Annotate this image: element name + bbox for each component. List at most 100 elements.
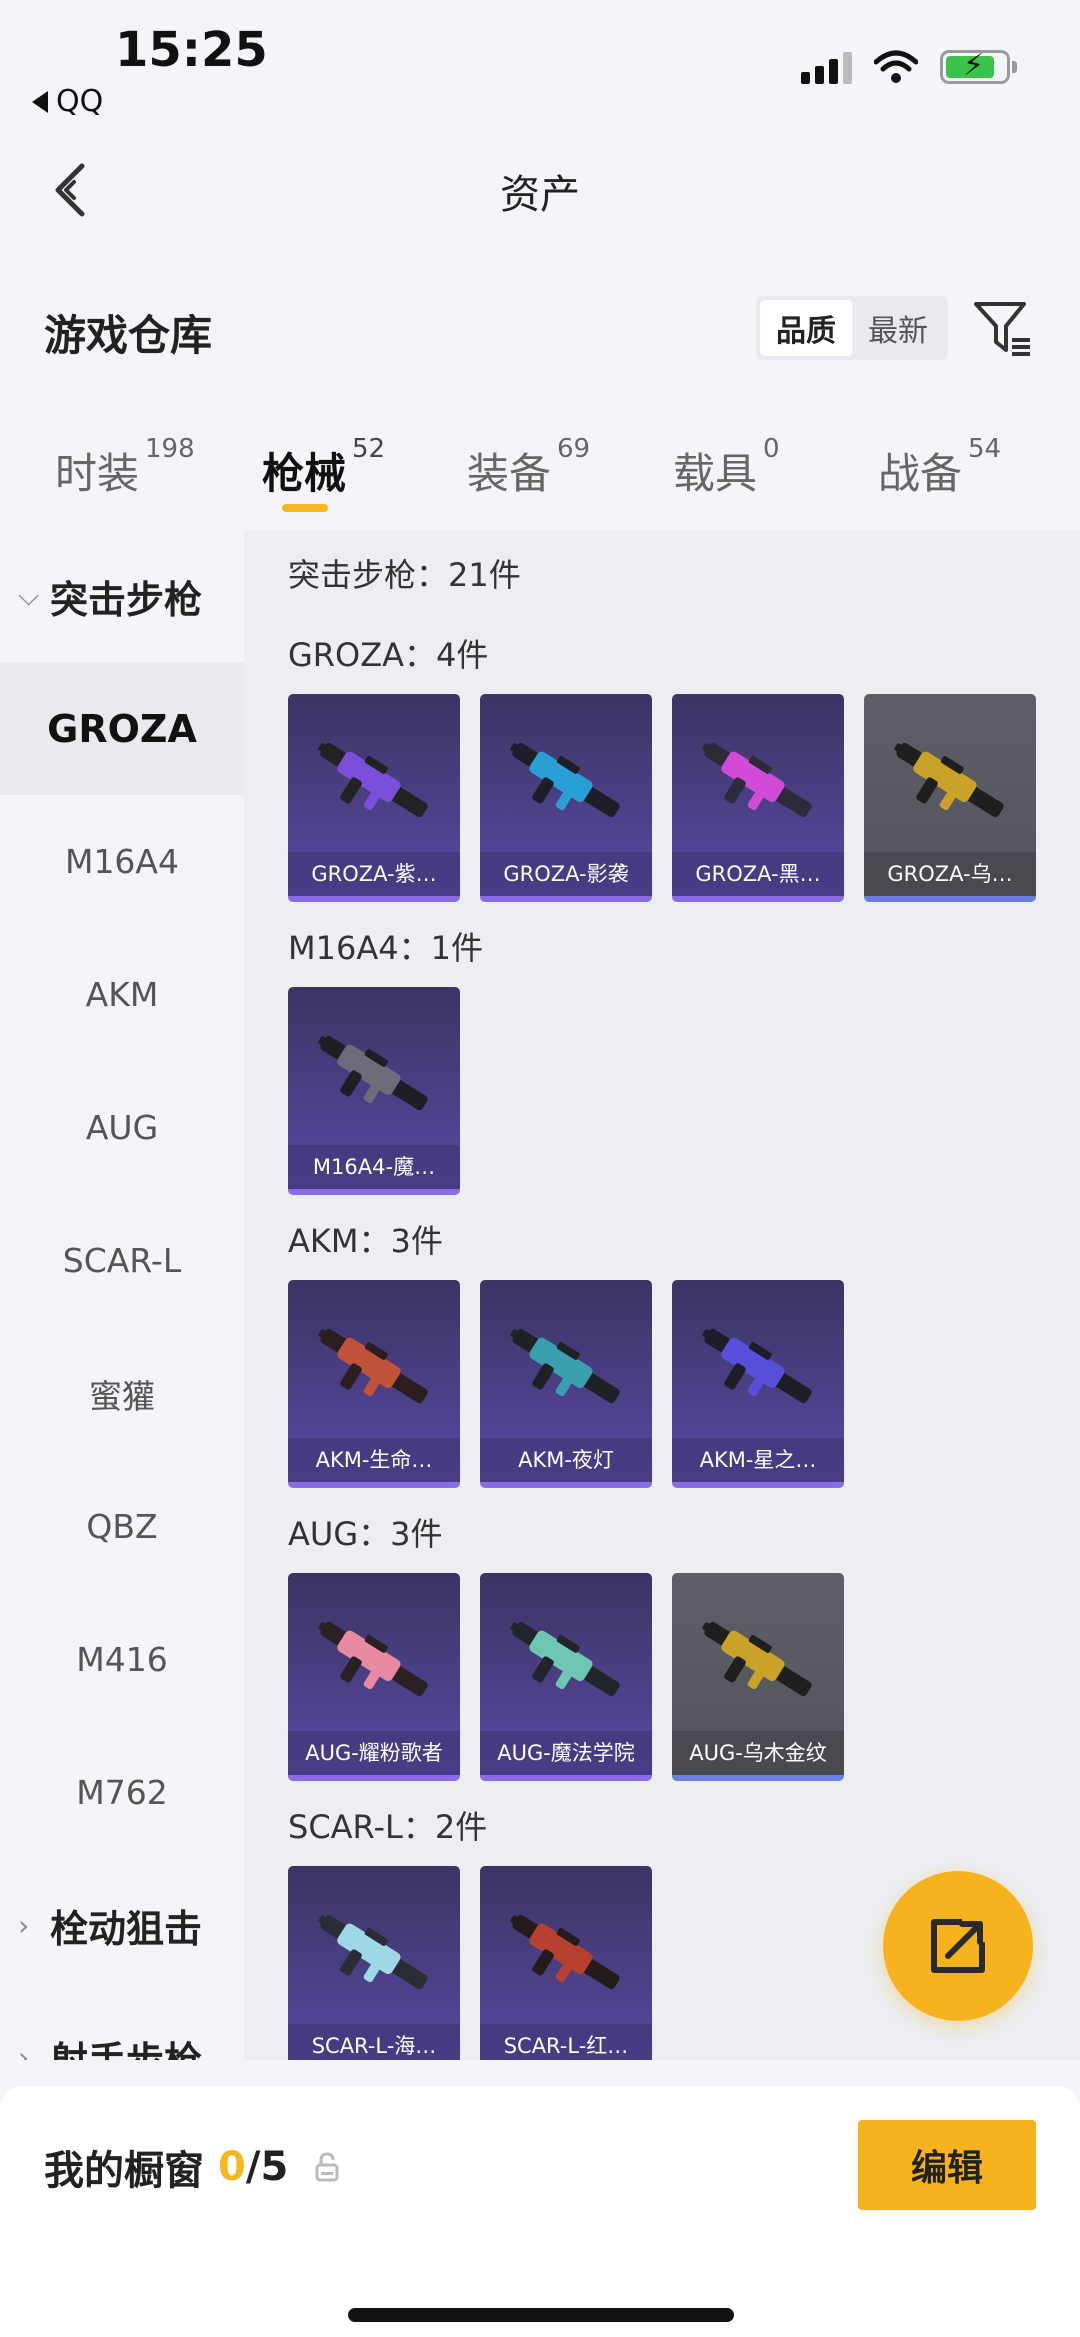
weapon-card[interactable]: GROZA-乌… — [864, 694, 1036, 902]
weapon-card-label: AUG-耀粉歌者 — [288, 1731, 460, 1775]
status-icons: ⚡ — [801, 49, 1017, 84]
sort-toggle: 品质 最新 — [756, 296, 948, 360]
tab-firearms[interactable]: 枪械 52 — [262, 434, 385, 501]
signal-icon — [801, 50, 852, 84]
category-header: AUG：3件 — [288, 1515, 443, 1553]
weapon-card[interactable]: AUG-魔法学院 — [480, 1573, 652, 1781]
weapon-card[interactable]: AKM-星之… — [672, 1280, 844, 1488]
tab-label: 时装 — [55, 449, 140, 498]
weapon-image — [702, 1328, 812, 1404]
home-indicator — [348, 2308, 734, 2322]
filter-icon — [974, 302, 1030, 356]
page-title: 资产 — [500, 172, 580, 218]
weapon-card[interactable]: AKM-生命… — [288, 1280, 460, 1488]
weapon-card-label: GROZA-紫… — [288, 852, 460, 896]
category-header: GROZA：4件 — [288, 636, 489, 674]
sidebar-item-qbz[interactable]: QBZ — [0, 1460, 244, 1593]
showcase-status: 我的橱窗 0 /5 — [44, 2138, 340, 2196]
weapon-card-label: GROZA-影袭 — [480, 852, 652, 896]
tab-count: 198 — [145, 434, 195, 464]
status-bar: 15:25 QQ ⚡ — [0, 0, 1080, 130]
weapon-card-label: M16A4-魔… — [288, 1145, 460, 1189]
showcase-label: 我的橱窗 — [44, 2148, 204, 2194]
weapon-image — [702, 742, 812, 818]
weapon-card[interactable]: GROZA-黑… — [672, 694, 844, 902]
weapon-card[interactable]: M16A4-魔… — [288, 987, 460, 1195]
weapon-card[interactable]: AUG-乌木金纹 — [672, 1573, 844, 1781]
weapon-card[interactable]: GROZA-影袭 — [480, 694, 652, 902]
tab-fashion[interactable]: 时装 198 — [55, 434, 195, 501]
weapon-card-label: SCAR-L-红… — [480, 2024, 652, 2060]
tab-label: 战备 — [878, 449, 963, 498]
weapon-card[interactable]: SCAR-L-红… — [480, 1866, 652, 2060]
weapon-image — [510, 1914, 620, 1990]
active-tab-indicator — [282, 504, 328, 512]
sidebar-group-assault-rifles[interactable]: ⌵ 突击步枪 — [0, 530, 244, 662]
weapon-card[interactable]: GROZA-紫… — [288, 694, 460, 902]
weapon-grid: 突击步枪：21件 GROZA：4件 GROZA-紫… GROZA-影袭 GROZ… — [244, 530, 1080, 2060]
sidebar-group-label: 突击步枪 — [50, 577, 203, 622]
share-icon — [931, 1919, 985, 1973]
battery-icon: ⚡ — [940, 49, 1017, 84]
sort-option-latest[interactable]: 最新 — [852, 300, 944, 356]
weapon-image — [510, 742, 620, 818]
weapon-image — [318, 742, 428, 818]
showcase-used: 0 — [218, 2144, 246, 2190]
weapon-card-label: AKM-生命… — [288, 1438, 460, 1482]
weapon-card-label: AUG-乌木金纹 — [672, 1731, 844, 1775]
category-header: M16A4：1件 — [288, 929, 483, 967]
weapon-image — [510, 1328, 620, 1404]
weapon-card[interactable]: AUG-耀粉歌者 — [288, 1573, 460, 1781]
chevron-right-icon: › — [18, 2040, 30, 2061]
tab-vehicles[interactable]: 载具 0 — [673, 434, 780, 501]
tab-count: 69 — [557, 434, 591, 464]
summary-header: 突击步枪：21件 — [288, 556, 521, 594]
sidebar-item-m416[interactable]: M416 — [0, 1593, 244, 1726]
back-app-label: QQ — [56, 84, 104, 119]
weapon-card-label: SCAR-L-海… — [288, 2024, 460, 2060]
tab-count: 54 — [968, 434, 1002, 464]
category-header: SCAR-L：2件 — [288, 1808, 488, 1846]
sidebar-group-label: 栓动狙击 — [50, 1906, 203, 1951]
tab-count: 0 — [763, 434, 780, 464]
status-time: 15:25 — [115, 22, 268, 78]
sort-option-quality[interactable]: 品质 — [760, 300, 852, 356]
sidebar-item-akm[interactable]: AKM — [0, 928, 244, 1061]
sidebar-item-scar-l[interactable]: SCAR-L — [0, 1194, 244, 1327]
edit-button[interactable]: 编辑 — [858, 2120, 1036, 2210]
sidebar-item-groza[interactable]: GROZA — [0, 662, 244, 795]
tab-count: 52 — [352, 434, 386, 464]
lock-icon — [315, 2152, 339, 2182]
weapon-image — [702, 1621, 812, 1697]
filter-button[interactable] — [970, 296, 1034, 360]
weapon-card-label: GROZA-乌… — [864, 852, 1036, 896]
weapon-image — [318, 1035, 428, 1111]
tab-supplies[interactable]: 战备 54 — [878, 434, 1001, 501]
nav-bar: 资产 — [0, 140, 1080, 240]
chevron-down-icon: ⌵ — [18, 579, 40, 612]
weapon-card[interactable]: AKM-夜灯 — [480, 1280, 652, 1488]
showcase-total: /5 — [245, 2144, 289, 2190]
weapon-sidebar: ⌵ 突击步枪 GROZA M16A4 AKM AUG SCAR-L 蜜獾 QBZ… — [0, 530, 244, 2060]
sidebar-item-honey-badger[interactable]: 蜜獾 — [0, 1327, 244, 1460]
sidebar-item-m762[interactable]: M762 — [0, 1726, 244, 1859]
weapon-card-label: AUG-魔法学院 — [480, 1731, 652, 1775]
wifi-icon — [874, 50, 918, 83]
category-header: AKM：3件 — [288, 1222, 443, 1260]
share-button[interactable] — [883, 1871, 1033, 2021]
tab-label: 装备 — [467, 449, 552, 498]
sidebar-group-marksman[interactable]: › 射手步枪 — [0, 1991, 244, 2061]
category-tabs: 时装 198 枪械 52 装备 69 载具 0 战备 54 — [0, 430, 1080, 520]
tab-label: 载具 — [673, 449, 758, 498]
tab-label: 枪械 — [262, 449, 347, 498]
sidebar-group-bolt-sniper[interactable]: › 栓动狙击 — [0, 1859, 244, 1991]
back-to-app[interactable]: QQ — [32, 84, 103, 119]
weapon-card[interactable]: SCAR-L-海… — [288, 1866, 460, 2060]
tab-equipment[interactable]: 装备 69 — [467, 434, 590, 501]
sidebar-item-aug[interactable]: AUG — [0, 1061, 244, 1194]
weapon-image — [318, 1621, 428, 1697]
sidebar-item-m16a4[interactable]: M16A4 — [0, 795, 244, 928]
weapon-card-label: AKM-星之… — [672, 1438, 844, 1482]
weapon-card-label: GROZA-黑… — [672, 852, 844, 896]
chevron-right-icon: › — [18, 1908, 30, 1942]
